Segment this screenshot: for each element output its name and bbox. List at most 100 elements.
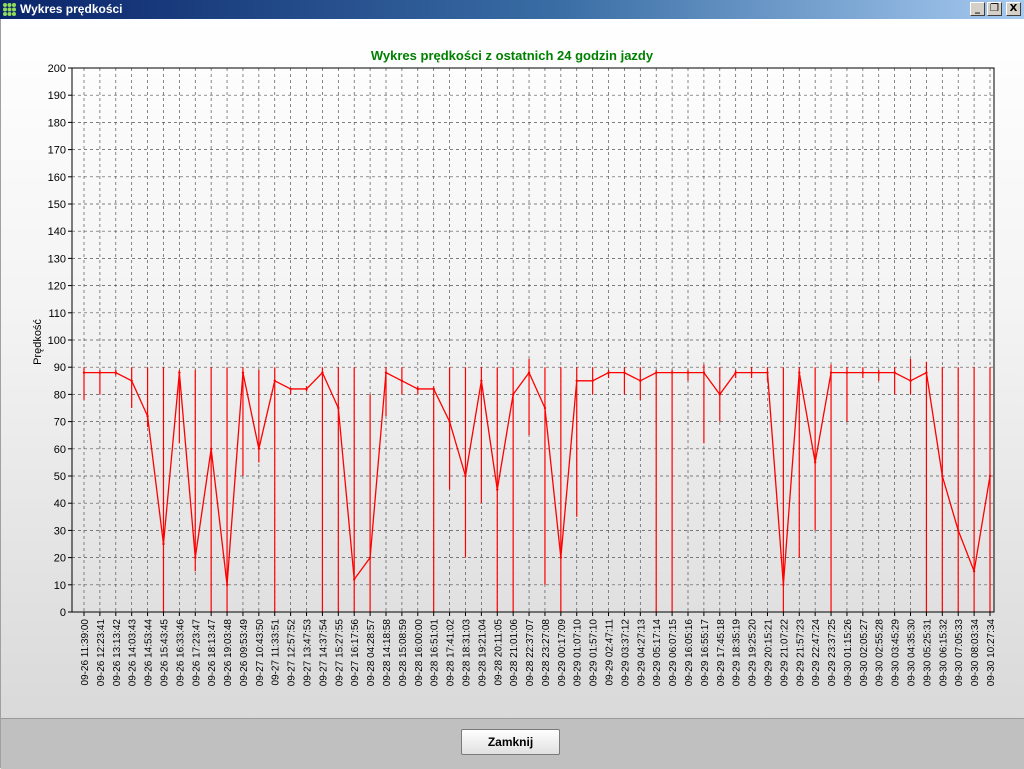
x-tick-label: 09-26 16:33:46 <box>175 619 186 687</box>
x-axis-ticks: 09-26 11:39:00 09-26 12:23:41 09-26 13:13:… <box>80 612 997 686</box>
speed-series <box>82 359 992 612</box>
speed-point <box>559 556 563 559</box>
speed-point <box>353 578 356 581</box>
x-tick-label: 09-29 17:45:18 <box>716 619 727 687</box>
speed-point <box>718 393 721 396</box>
x-tick-label: 09-28 18:31:03 <box>461 619 472 687</box>
x-tick-label: 09-26 18:13:47 <box>207 619 218 687</box>
speed-point <box>448 420 451 423</box>
x-tick-label: 09-29 05:17:14 <box>652 619 663 687</box>
close-button[interactable]: Zamknij <box>461 729 560 755</box>
speed-point <box>480 379 483 382</box>
y-tick-label: 150 <box>48 199 66 211</box>
x-tick-label: 09-28 17:41:02 <box>446 619 457 687</box>
y-axis-ticks: 0 10 20 30 40 50 60 70 80 90 100 110 120 130 140 150 160… <box>48 63 72 619</box>
x-tick-label: 09-26 15:43:45 <box>159 619 170 687</box>
y-tick-label: 140 <box>48 226 66 238</box>
speed-chart: Wykres prędkości z ostatnich 24 godzin j… <box>32 48 997 686</box>
speed-point <box>686 371 690 374</box>
y-tick-label: 50 <box>54 471 66 483</box>
restore-button[interactable]: ❐ <box>987 2 1002 16</box>
speed-point <box>988 474 992 478</box>
x-tick-label: 09-27 10:43:50 <box>255 619 266 687</box>
x-tick-label: 09-29 01:07:10 <box>573 619 584 687</box>
speed-point <box>527 371 531 374</box>
speed-point <box>162 542 165 546</box>
y-tick-label: 20 <box>54 553 66 565</box>
x-tick-label: 09-29 21:57:23 <box>795 619 806 687</box>
speed-point <box>496 488 499 491</box>
speed-point <box>384 371 388 374</box>
speed-point <box>575 379 578 382</box>
x-tick-label: 09-30 07:05:33 <box>954 619 965 687</box>
speed-point <box>321 371 324 374</box>
x-tick-label: 09-27 15:27:55 <box>334 619 345 687</box>
x-tick-label: 09-28 04:28:57 <box>366 619 377 687</box>
chart-title: Wykres prędkości z ostatnich 24 godzin j… <box>371 48 654 63</box>
x-tick-label: 09-28 22:37:07 <box>525 619 536 687</box>
speed-point <box>909 379 912 382</box>
speed-point <box>416 387 419 391</box>
y-tick-label: 110 <box>48 308 66 320</box>
speed-point <box>972 570 976 573</box>
x-tick-label: 09-28 14:18:58 <box>382 619 393 687</box>
x-tick-label: 09-27 13:47:53 <box>303 619 314 687</box>
x-tick-label: 09-28 19:21:04 <box>477 619 488 687</box>
speed-point <box>337 406 340 410</box>
y-tick-label: 30 <box>54 525 66 537</box>
y-tick-label: 60 <box>54 444 66 456</box>
speed-point <box>782 583 785 586</box>
x-tick-label: 09-28 16:00:00 <box>414 619 425 687</box>
speed-point <box>925 371 928 374</box>
window-titlebar[interactable]: Wykres prędkości _ ❐ X <box>0 0 1024 19</box>
x-tick-label: 09-26 17:23:47 <box>191 619 202 687</box>
x-tick-label: 09-29 01:57:10 <box>589 619 600 687</box>
footer-bar: Zamknij <box>1 718 1024 769</box>
speed-point <box>861 371 865 374</box>
speed-point <box>289 387 292 391</box>
speed-point <box>130 379 133 382</box>
speed-point <box>623 371 626 374</box>
speed-point <box>114 371 117 374</box>
speed-point <box>957 529 960 532</box>
speed-point <box>639 379 642 382</box>
x-tick-label: 09-26 12:23:41 <box>96 619 107 687</box>
speed-point <box>734 371 737 374</box>
x-tick-label: 09-30 01:15:26 <box>843 619 854 687</box>
x-tick-label: 09-26 14:53:44 <box>144 619 155 687</box>
x-tick-label: 09-29 20:15:21 <box>763 619 774 687</box>
speed-point <box>766 371 769 374</box>
y-tick-label: 90 <box>54 362 66 374</box>
y-tick-label: 80 <box>54 389 66 401</box>
speed-point <box>845 371 849 374</box>
close-window-button[interactable]: X <box>1006 2 1021 16</box>
y-tick-label: 100 <box>48 335 66 347</box>
speed-point <box>146 414 149 418</box>
y-tick-label: 10 <box>54 580 66 592</box>
x-tick-label: 09-29 16:55:17 <box>700 619 711 687</box>
x-tick-label: 09-30 02:05:27 <box>859 619 870 687</box>
speed-point <box>702 371 706 374</box>
speed-point <box>98 371 102 374</box>
x-tick-label: 09-28 16:51:01 <box>430 619 441 687</box>
speed-point <box>798 371 801 374</box>
speed-point <box>670 371 674 374</box>
y-tick-label: 120 <box>48 281 66 293</box>
x-tick-label: 09-28 15:08:59 <box>398 619 409 687</box>
x-tick-label: 09-27 11:33:51 <box>271 619 282 686</box>
speed-point <box>464 474 467 478</box>
x-tick-label: 09-26 11:39:00 <box>80 619 91 686</box>
speed-point <box>543 406 547 410</box>
x-tick-label: 09-26 19:03:48 <box>223 619 234 687</box>
y-tick-label: 170 <box>48 145 66 157</box>
x-tick-label: 09-28 21:01:06 <box>509 619 520 687</box>
y-tick-label: 0 <box>60 607 66 619</box>
x-tick-label: 09-30 05:25:31 <box>922 619 933 687</box>
x-tick-label: 09-30 10:27:34 <box>986 619 997 687</box>
x-tick-label: 09-28 20:11:05 <box>493 619 504 686</box>
x-tick-label: 09-30 06:15:32 <box>938 619 949 687</box>
minimize-button[interactable]: _ <box>970 2 985 16</box>
x-tick-label: 09-30 03:45:29 <box>891 619 902 687</box>
speed-point <box>750 371 753 374</box>
speed-point <box>178 371 181 374</box>
